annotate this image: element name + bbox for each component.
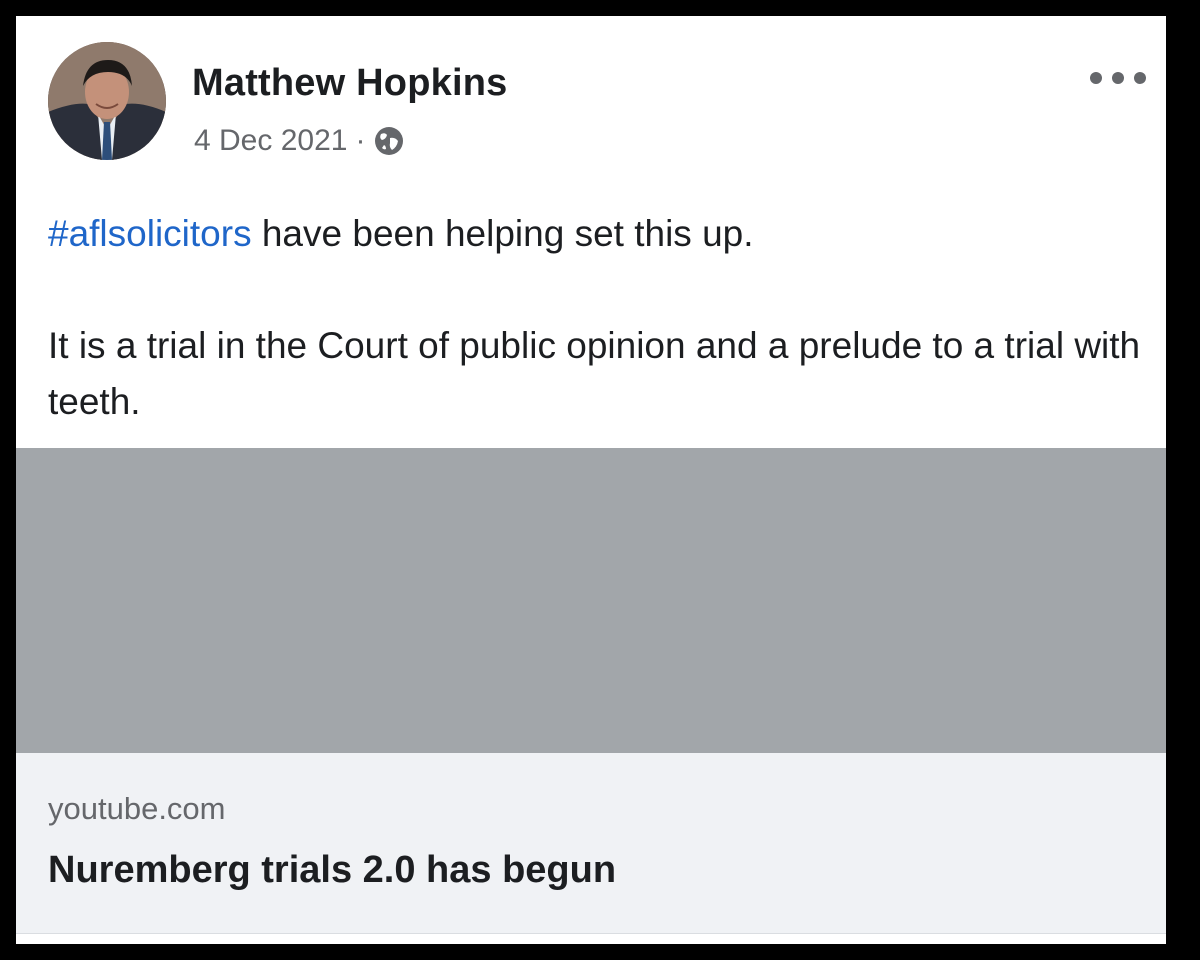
profile-photo-icon [48, 42, 166, 160]
globe-icon[interactable] [373, 125, 405, 157]
link-preview-card[interactable]: youtube.com Nuremberg trials 2.0 has beg… [16, 753, 1166, 934]
post-date[interactable]: 4 Dec 2021 [194, 124, 347, 158]
more-options-icon[interactable] [1090, 64, 1146, 92]
post-meta: 4 Dec 2021 · [194, 124, 405, 158]
post-text-line1-rest: have been helping set this up. [251, 213, 754, 254]
hashtag-link[interactable]: #aflsolicitors [48, 213, 252, 254]
avatar[interactable] [48, 42, 166, 160]
author-name[interactable]: Matthew Hopkins [192, 62, 507, 105]
meta-separator: · [355, 124, 366, 157]
more-dot [1090, 72, 1102, 84]
post-text-line1: #aflsolicitors have been helping set thi… [48, 206, 1158, 262]
link-domain: youtube.com [48, 791, 226, 826]
link-title[interactable]: Nuremberg trials 2.0 has begun [48, 849, 616, 892]
post-header: Matthew Hopkins 4 Dec 2021 · [48, 42, 1146, 162]
link-preview-image[interactable] [16, 448, 1166, 753]
screenshot-frame: Matthew Hopkins 4 Dec 2021 · #aflsolicit… [0, 0, 1200, 960]
post-text: #aflsolicitors have been helping set thi… [48, 206, 1158, 430]
post-card: Matthew Hopkins 4 Dec 2021 · #aflsolicit… [16, 16, 1166, 944]
more-dot [1112, 72, 1124, 84]
more-dot [1134, 72, 1146, 84]
post-text-paragraph2: It is a trial in the Court of public opi… [48, 325, 1141, 422]
